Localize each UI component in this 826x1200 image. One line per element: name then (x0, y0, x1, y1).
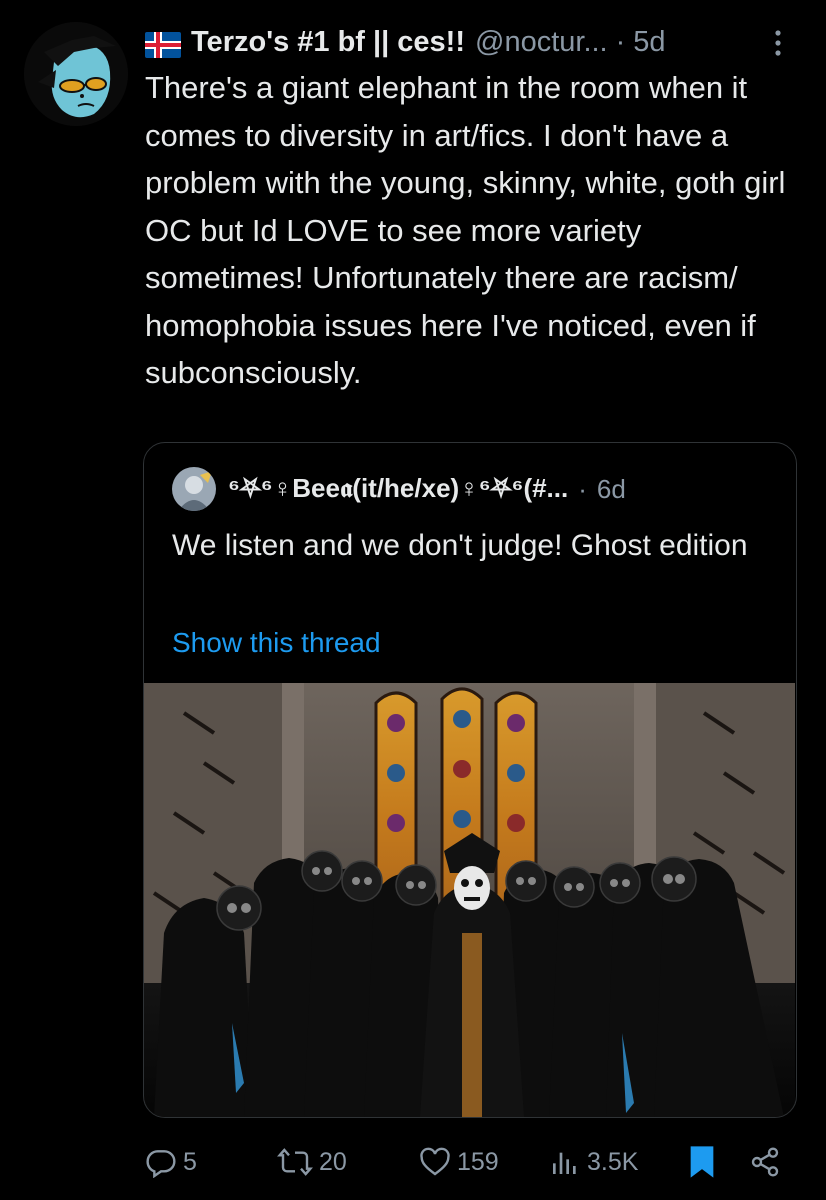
show-thread-link[interactable]: Show this thread (172, 623, 381, 663)
tweet-timestamp[interactable]: 5d (633, 22, 665, 62)
views-button[interactable]: 3.5K (549, 1140, 638, 1184)
quoted-author-display-name[interactable]: ⁶⛧⁶♀Bee𝖆(it/he/xe)♀⁶⛧⁶(#... (228, 473, 568, 505)
author-display-name[interactable]: Terzo's #1 bf || ces!! (191, 22, 465, 62)
band-photo (144, 683, 795, 1117)
quoted-separator-dot: · (578, 473, 587, 504)
avatar-illustration (24, 22, 128, 126)
like-button[interactable]: 159 (419, 1140, 499, 1184)
author-avatar[interactable] (24, 22, 128, 126)
author-handle[interactable]: @noctur... (475, 22, 608, 62)
reply-count: 5 (183, 1147, 197, 1176)
separator-dot: · (615, 26, 626, 58)
reply-button[interactable]: 5 (145, 1140, 197, 1184)
quoted-tweet-card[interactable]: ⁶⛧⁶♀Bee𝖆(it/he/xe)♀⁶⛧⁶(#... · 6d We list… (143, 442, 797, 1118)
retweet-icon (277, 1148, 313, 1176)
quoted-tweet-image[interactable] (144, 683, 795, 1117)
tweet-action-bar: 5 20 159 3.5K (145, 1140, 795, 1184)
share-button[interactable] (749, 1140, 781, 1184)
views-count: 3.5K (587, 1147, 639, 1176)
retweet-count: 20 (319, 1147, 347, 1176)
iceland-flag-icon (145, 29, 181, 58)
analytics-icon (553, 1152, 576, 1174)
quoted-author-avatar[interactable] (172, 467, 216, 511)
bookmark-button[interactable] (689, 1140, 715, 1184)
tweet-text: There's a giant elephant in the room whe… (145, 70, 786, 390)
tweet-header: Terzo's #1 bf || ces!! @noctur... · 5d (145, 22, 785, 62)
quoted-tweet-text: We listen and we don't judge! Ghost edit… (172, 529, 748, 562)
more-options-icon[interactable] (771, 28, 785, 58)
share-icon (751, 1147, 779, 1177)
bookmark-icon (690, 1146, 714, 1178)
quoted-tweet-header: ⁶⛧⁶♀Bee𝖆(it/he/xe)♀⁶⛧⁶(#... · 6d (172, 467, 782, 511)
heart-icon (420, 1147, 450, 1176)
like-count: 159 (457, 1147, 499, 1176)
reply-icon (146, 1150, 176, 1178)
quoted-tweet-timestamp[interactable]: 6d (597, 474, 626, 505)
retweet-button[interactable]: 20 (277, 1140, 347, 1184)
